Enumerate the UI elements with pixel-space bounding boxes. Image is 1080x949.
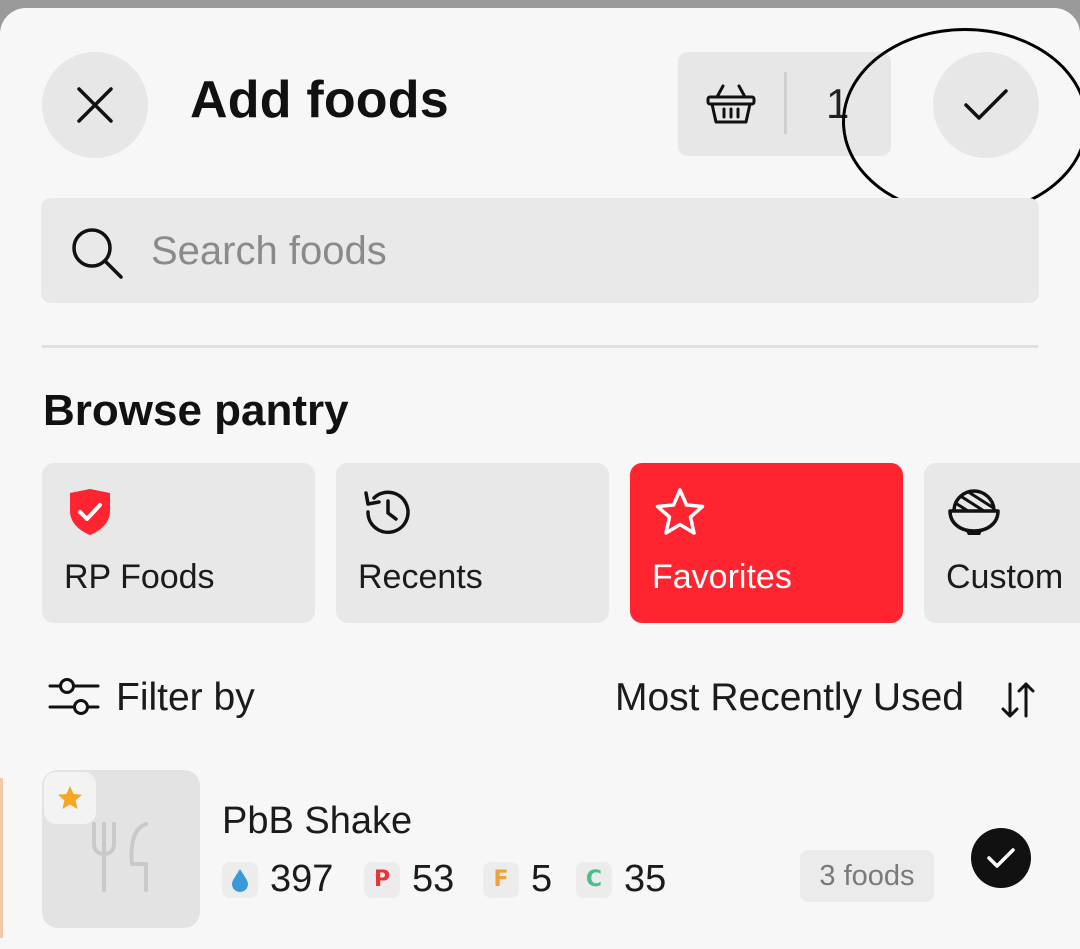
fat-icon: F: [483, 861, 519, 898]
browse-pantry-title: Browse pantry: [43, 386, 349, 435]
history-icon: [364, 490, 410, 534]
protein-stat: P 53: [364, 858, 454, 901]
category-label: Custom: [946, 558, 1064, 596]
search-icon: [72, 228, 123, 279]
list-edge-accent: [0, 778, 3, 938]
protein-icon: P: [364, 861, 400, 898]
food-thumbnail[interactable]: [42, 770, 200, 928]
carbs-stat: C 35: [576, 858, 666, 901]
sort-button[interactable]: Most Recently Used: [615, 676, 964, 720]
annotation-circle: [842, 28, 1080, 216]
calories-drop-icon: [222, 861, 258, 898]
search-input[interactable]: [149, 220, 1013, 282]
category-label: Recents: [358, 558, 483, 596]
food-selected-checkbox[interactable]: [971, 828, 1031, 888]
close-icon: [77, 87, 113, 123]
close-button[interactable]: [42, 52, 148, 158]
category-favorites[interactable]: Favorites: [630, 463, 903, 623]
filter-sliders-icon[interactable]: [48, 676, 100, 718]
calories-stat: 397: [222, 858, 333, 901]
star-icon: [655, 488, 705, 535]
fork-knife-icon: [92, 822, 148, 892]
category-rp-foods[interactable]: RP Foods: [42, 463, 315, 623]
add-foods-sheet: Add foods 1 Browse pantry RP: [0, 8, 1080, 949]
fat-value: 5: [531, 858, 553, 900]
protein-value: 53: [412, 858, 455, 900]
category-label: RP Foods: [64, 558, 215, 596]
carbs-value: 35: [624, 858, 667, 900]
search-bar[interactable]: [41, 198, 1039, 303]
calories-value: 397: [270, 858, 334, 900]
sort-arrows-icon[interactable]: [1000, 680, 1036, 720]
carbs-icon: C: [576, 861, 612, 898]
category-recents[interactable]: Recents: [336, 463, 609, 623]
category-custom[interactable]: Custom: [924, 463, 1080, 623]
foods-count-badge: 3 foods: [800, 850, 934, 902]
food-name: PbB Shake: [222, 800, 413, 842]
basket-divider: [784, 72, 787, 134]
category-label: Favorites: [652, 558, 792, 596]
basket-icon: [706, 84, 756, 124]
fat-stat: F 5: [483, 858, 552, 901]
filter-by-button[interactable]: Filter by: [116, 676, 255, 720]
check-icon: [987, 848, 1015, 868]
section-divider: [42, 345, 1038, 348]
favorite-star-badge: [44, 772, 96, 824]
bowl-icon: [948, 489, 1000, 535]
star-icon: [58, 786, 82, 809]
page-title: Add foods: [190, 71, 449, 129]
shield-check-icon: [70, 489, 110, 535]
